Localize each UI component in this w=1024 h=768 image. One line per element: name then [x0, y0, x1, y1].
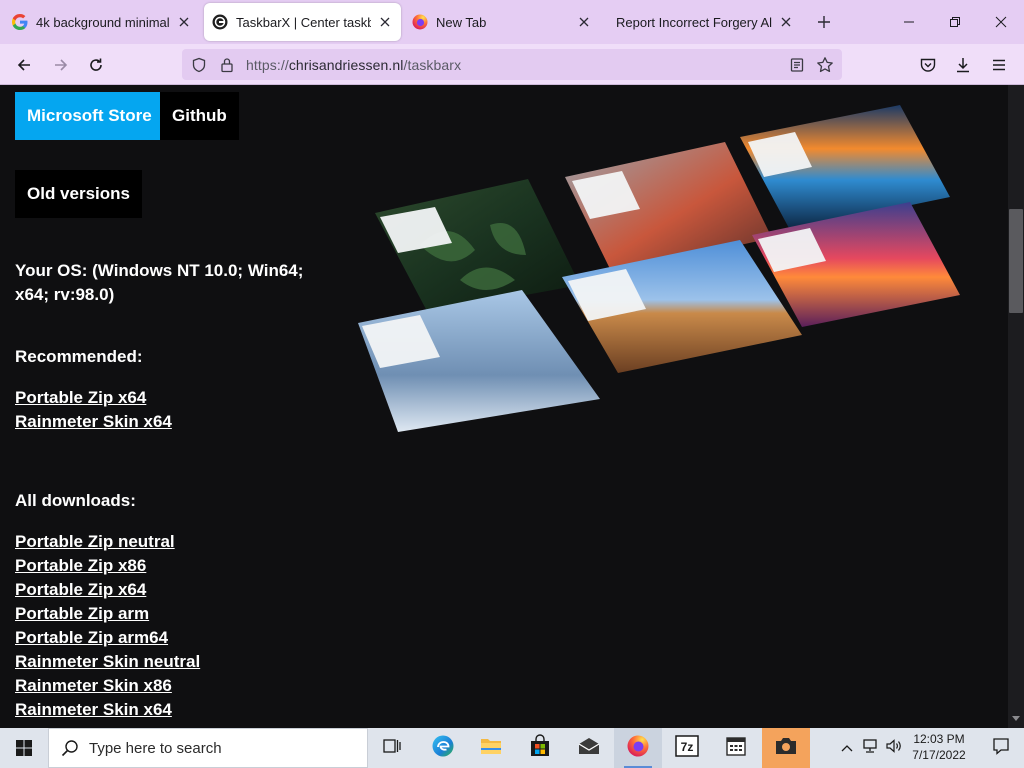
old-versions-button[interactable]: Old versions	[15, 170, 142, 218]
download-link[interactable]: Rainmeter Skin x64	[15, 410, 172, 434]
svg-text:7z: 7z	[681, 740, 694, 754]
firefox-icon	[626, 734, 650, 763]
taskbar-camera-app[interactable]	[762, 728, 810, 768]
notifications-button[interactable]	[978, 728, 1024, 768]
tab-report-forgery[interactable]: Report Incorrect Forgery Alert	[606, 3, 802, 41]
restore-button[interactable]	[932, 0, 978, 44]
windows-taskbar: Type here to search 7z 12:03 PM 7/17/202…	[0, 728, 1024, 768]
taskbar-file-explorer[interactable]	[467, 728, 515, 768]
taskbar-firefox[interactable]	[614, 728, 662, 768]
close-icon[interactable]	[176, 14, 192, 30]
recommended-heading: Recommended:	[15, 347, 143, 366]
windows-logo-icon	[16, 740, 32, 756]
firefox-icon	[412, 14, 428, 30]
minimize-button[interactable]	[886, 0, 932, 44]
reader-view-icon[interactable]	[786, 54, 808, 76]
taskbarx-icon	[212, 14, 228, 30]
all-downloads-links: Portable Zip neutral Portable Zip x86 Po…	[15, 530, 200, 722]
lock-icon[interactable]	[216, 54, 238, 76]
os-info: Your OS: (Windows NT 10.0; Win64; x64; r…	[15, 261, 304, 304]
seven-zip-icon: 7z	[675, 734, 699, 762]
tab-title: 4k background minimalist	[36, 14, 170, 30]
download-link[interactable]: Portable Zip x86	[15, 554, 200, 578]
tab-title: Report Incorrect Forgery Alert	[616, 14, 772, 30]
downloads-button[interactable]	[948, 50, 978, 80]
wallpaper-tile-ice	[740, 105, 950, 230]
store-bag-icon	[528, 733, 552, 763]
download-link[interactable]: Rainmeter Skin neutral	[15, 650, 200, 674]
task-view-button[interactable]	[368, 728, 416, 768]
download-link[interactable]: Rainmeter Skin x64	[15, 698, 200, 722]
taskbar-calendar[interactable]	[712, 728, 760, 768]
tab-4k-background[interactable]: 4k background minimalist	[4, 3, 200, 41]
taskbar-mail[interactable]	[565, 728, 613, 768]
edge-icon	[431, 734, 455, 763]
url-domain: chrisandriessen.nl	[288, 56, 404, 73]
url-path: /taskbarx	[403, 56, 462, 73]
notification-icon	[992, 737, 1010, 760]
close-window-button[interactable]	[978, 0, 1024, 44]
download-link[interactable]: Portable Zip arm64	[15, 626, 200, 650]
start-button[interactable]	[0, 728, 48, 768]
github-button[interactable]: Github	[160, 92, 239, 140]
back-button[interactable]	[9, 50, 39, 80]
download-link[interactable]: Portable Zip x64	[15, 578, 200, 602]
google-icon	[12, 14, 28, 30]
task-view-icon	[382, 737, 402, 760]
show-hidden-icons-button[interactable]	[838, 728, 856, 768]
menu-button[interactable]	[984, 50, 1014, 80]
folder-icon	[479, 735, 503, 762]
taskbar-7zip[interactable]: 7z	[663, 728, 711, 768]
taskbar-microsoft-store[interactable]	[516, 728, 564, 768]
clock-time: 12:03 PM	[913, 732, 965, 746]
forward-button[interactable]	[46, 50, 76, 80]
new-tab-button[interactable]	[812, 10, 836, 34]
chevron-up-icon	[841, 739, 853, 757]
url-scheme: https://	[246, 56, 289, 73]
pocket-button[interactable]	[913, 50, 943, 80]
page-scrollbar[interactable]	[1008, 85, 1024, 728]
clock-date: 7/17/2022	[912, 748, 966, 762]
close-icon[interactable]	[576, 14, 592, 30]
download-link[interactable]: Portable Zip x64	[15, 386, 172, 410]
url-text[interactable]: https://chrisandriessen.nl/taskbarx	[246, 57, 461, 73]
navigation-toolbar: https://chrisandriessen.nl/taskbarx	[0, 44, 1024, 85]
taskbar-edge[interactable]	[419, 728, 467, 768]
download-link[interactable]: Rainmeter Skin x86	[15, 674, 200, 698]
close-icon[interactable]	[377, 14, 393, 30]
reload-button[interactable]	[81, 50, 111, 80]
wallpaper-tile-mist	[358, 290, 600, 432]
web-page: Microsoft Store Github Old versions Your…	[0, 85, 1008, 728]
network-icon	[862, 738, 880, 759]
shield-icon[interactable]	[188, 54, 210, 76]
tab-new-tab[interactable]: New Tab	[404, 3, 600, 41]
search-placeholder: Type here to search	[89, 739, 222, 757]
bookmark-star-icon[interactable]	[814, 54, 836, 76]
taskbar-clock[interactable]: 12:03 PM 7/17/2022	[900, 731, 978, 763]
network-tray-button[interactable]	[860, 728, 882, 768]
wallpaper-tile-leaves	[375, 179, 580, 313]
download-link[interactable]: Portable Zip arm	[15, 602, 200, 626]
calendar-icon	[725, 735, 747, 762]
camera-icon	[774, 736, 798, 761]
mail-icon	[577, 736, 601, 761]
address-bar[interactable]: https://chrisandriessen.nl/taskbarx	[182, 49, 842, 80]
scroll-down-icon[interactable]	[1008, 712, 1024, 726]
close-icon[interactable]	[778, 14, 794, 30]
tab-taskbarx[interactable]: TaskbarX | Center taskbar ic	[204, 3, 401, 41]
tab-strip: 4k background minimalist TaskbarX | Cent…	[0, 0, 1024, 44]
search-icon	[61, 739, 79, 757]
taskbar-search-box[interactable]: Type here to search	[48, 728, 368, 768]
scrollbar-thumb[interactable]	[1009, 209, 1023, 313]
tab-title: New Tab	[436, 14, 487, 30]
hero-wallpaper-collage	[358, 105, 960, 432]
microsoft-store-button[interactable]: Microsoft Store	[15, 92, 164, 140]
tab-title: TaskbarX | Center taskbar ic	[236, 14, 371, 30]
all-downloads-heading: All downloads:	[15, 491, 136, 510]
download-link[interactable]: Portable Zip neutral	[15, 530, 200, 554]
recommended-links: Portable Zip x64 Rainmeter Skin x64	[15, 386, 172, 434]
